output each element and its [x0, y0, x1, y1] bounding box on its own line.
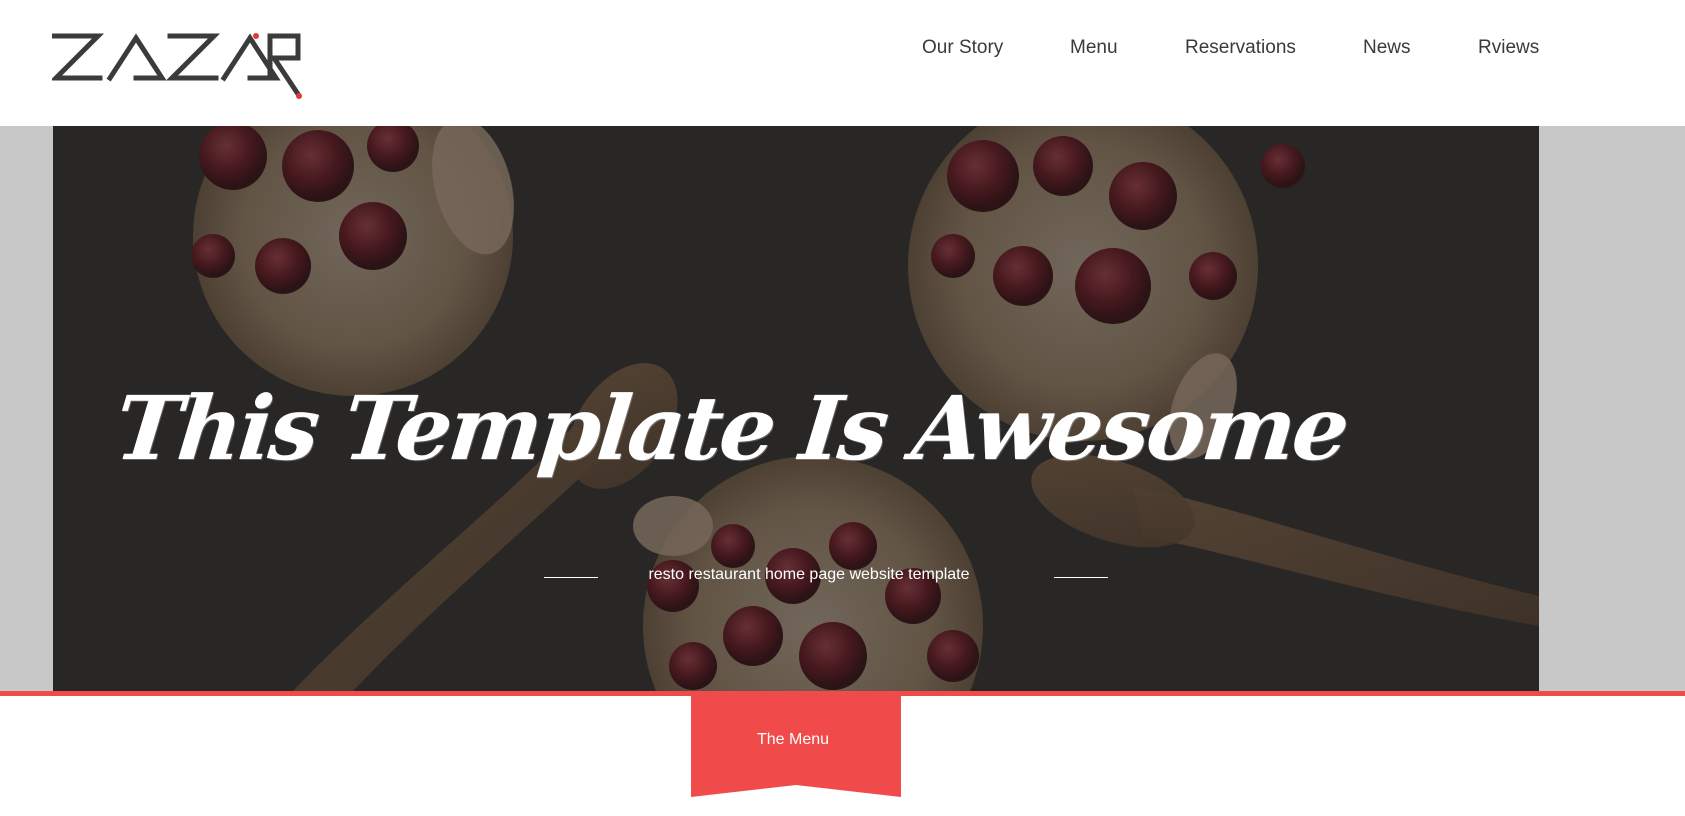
hero-banner: This Template Is Awesome resto restauran… — [53, 126, 1539, 691]
hero-title: This Template Is Awesome — [110, 376, 1352, 480]
ribbon-label: The Menu — [756, 731, 830, 748]
nav-item-rviews[interactable]: Rviews — [1478, 37, 1539, 59]
nav-item-our-story[interactable]: Our Story — [922, 37, 1003, 59]
nav-item-news[interactable]: News — [1363, 37, 1411, 59]
menu-ribbon-tab[interactable]: The Menu — [691, 691, 901, 797]
main-nav: Our Story Menu Reservations News Rviews — [0, 0, 1685, 126]
nav-item-menu[interactable]: Menu — [1070, 37, 1118, 59]
hero-subtitle-row: resto restaurant home page website templ… — [544, 562, 1108, 592]
nav-item-reservations[interactable]: Reservations — [1185, 37, 1296, 59]
hero-subtitle: resto restaurant home page website templ… — [648, 566, 970, 583]
subtitle-divider-right — [1054, 577, 1108, 578]
site-header: Our Story Menu Reservations News Rviews — [0, 0, 1685, 126]
